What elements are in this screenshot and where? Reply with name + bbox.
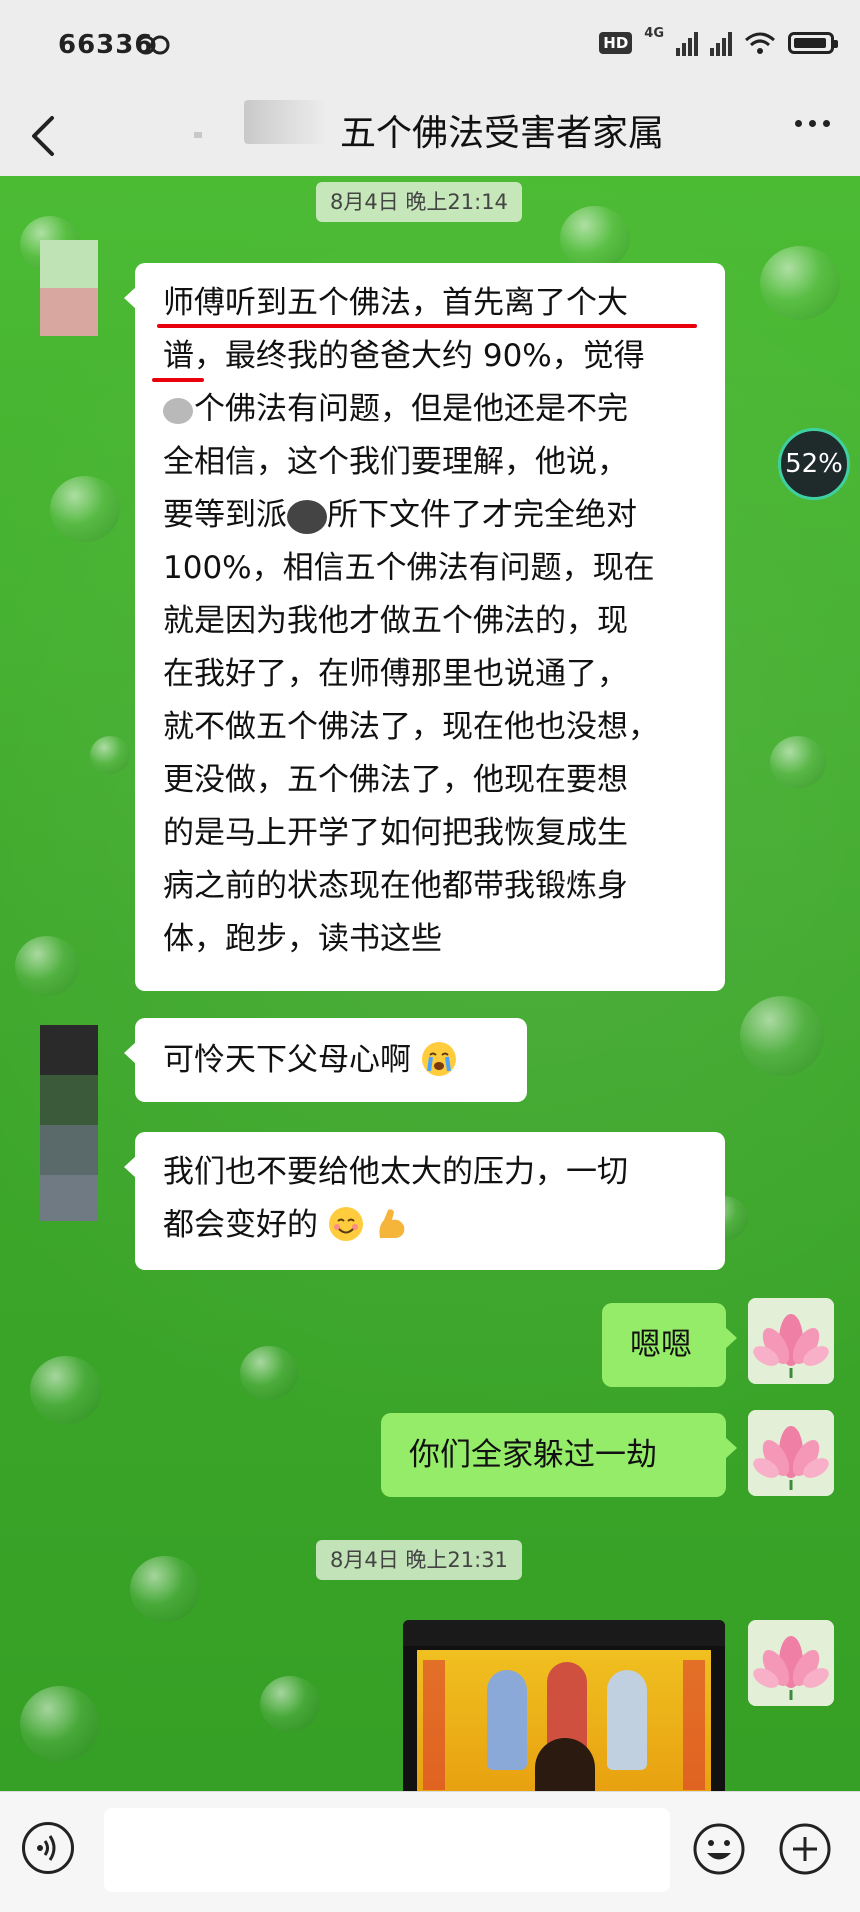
water-drop [20,1686,100,1762]
image-figure [607,1670,647,1770]
image-banner-left [423,1660,445,1790]
message-text: 你们全家躲过一劫 [409,1437,657,1473]
message-line: 我们也不要给他太大的压力，一切 [163,1154,628,1190]
message-bubble-self[interactable]: 嗯嗯 [602,1303,737,1387]
flexed-biceps-emoji-icon [379,1208,405,1238]
lotus-flower-icon [748,1410,834,1496]
timestamp: 8月4日 晚上21:31 [316,1540,522,1580]
input-bar [0,1791,860,1912]
message-line: 个佛法有问题，但是他还是不完 [194,391,628,427]
signal-icon [676,30,698,56]
message-line: 全相信，这个我们要理解，他说， [163,444,628,480]
message-bubble[interactable]: 师傅听到五个佛法，首先离了个大 谱，最终我的爸爸大约 90%，觉得 个佛法有问题… [124,263,725,991]
water-drop [30,1356,102,1424]
sound-waves-icon [37,1835,56,1861]
message-line: 病之前的状态现在他都带我锻炼身 [163,868,628,904]
lotus-flower-icon [748,1298,834,1384]
signal-icon-2 [710,30,732,56]
water-drop [560,206,630,270]
message-line: 在我好了，在师傅那里也说通了， [163,656,628,692]
water-drop [240,1346,298,1400]
redacted-mark [194,132,202,138]
message-line: 就不做五个佛法了，现在他也没想， [163,709,659,745]
message-line: 就是因为我他才做五个佛法的，现 [163,603,628,639]
wifi-icon [745,32,775,54]
image-figure [487,1670,527,1770]
message-input[interactable] [104,1808,670,1892]
message-line: 100%，相信五个佛法有问题，现在 [163,550,655,586]
message-bubble-self[interactable]: 你们全家躲过一劫 [381,1413,737,1497]
message-line: 的是马上开学了如何把我恢复成生 [163,815,628,851]
redacted-blot [287,499,327,534]
water-drop [760,246,840,320]
water-drop [90,736,130,774]
lotus-flower-icon [748,1620,834,1706]
image-poster [417,1650,711,1796]
crying-face-emoji-icon [421,1041,456,1076]
message-line: 体，跑步，读书这些 [163,921,442,957]
avatar[interactable] [40,1025,98,1221]
hd-badge: HD [599,32,633,54]
redacted-name [244,100,328,144]
chat-title: 五个佛法受害者家属 [340,113,665,154]
smiling-face-emoji-icon [328,1206,363,1241]
message-line: 谱，最终我的爸爸大约 90%，觉得 [163,338,645,374]
red-underline [152,378,204,382]
water-drop [260,1676,320,1732]
self-avatar[interactable] [748,1410,834,1496]
water-drop [50,476,120,542]
network-label: 4G [644,25,664,41]
battery-icon [788,32,838,54]
message-text: 嗯嗯 [630,1327,692,1363]
avatar[interactable] [40,240,98,336]
status-bar: 66336 HD 4G [0,0,860,96]
message-line-part: 所下文件了才完全绝对 [327,497,637,533]
red-underline [157,324,697,328]
timestamp: 8月4日 晚上21:14 [316,182,522,222]
water-drop [770,736,826,788]
self-avatar[interactable] [748,1298,834,1384]
message-line: 更没做，五个佛法了，他现在要想 [163,762,628,798]
more-options-icon[interactable] [795,120,830,127]
link-rings-icon [136,35,170,55]
image-banner-right [683,1660,705,1790]
back-arrow-icon[interactable] [24,112,64,160]
water-drop [740,996,824,1076]
message-bubble[interactable]: 我们也不要给他太大的压力，一切 都会变好的 [124,1132,725,1270]
water-drop [15,936,79,996]
emoji-picker-icon[interactable] [692,1822,746,1876]
water-drop [130,1556,200,1622]
message-line: 都会变好的 [163,1207,318,1243]
message-text: 可怜天下父母心啊 [163,1042,411,1078]
image-person [535,1738,595,1796]
message-bubble[interactable]: 可怜天下父母心啊 [124,1018,527,1102]
image-top-strip [403,1620,725,1646]
image-message[interactable] [403,1620,725,1796]
add-attachment-icon[interactable] [778,1822,832,1876]
message-line-part: 要等到派 [163,497,287,533]
voice-input-icon[interactable] [22,1822,74,1874]
redacted-blot [163,397,193,424]
floating-progress-badge[interactable]: 52% [778,428,850,500]
self-avatar[interactable] [748,1620,834,1706]
message-line: 师傅听到五个佛法，首先离了个大 [163,285,628,321]
